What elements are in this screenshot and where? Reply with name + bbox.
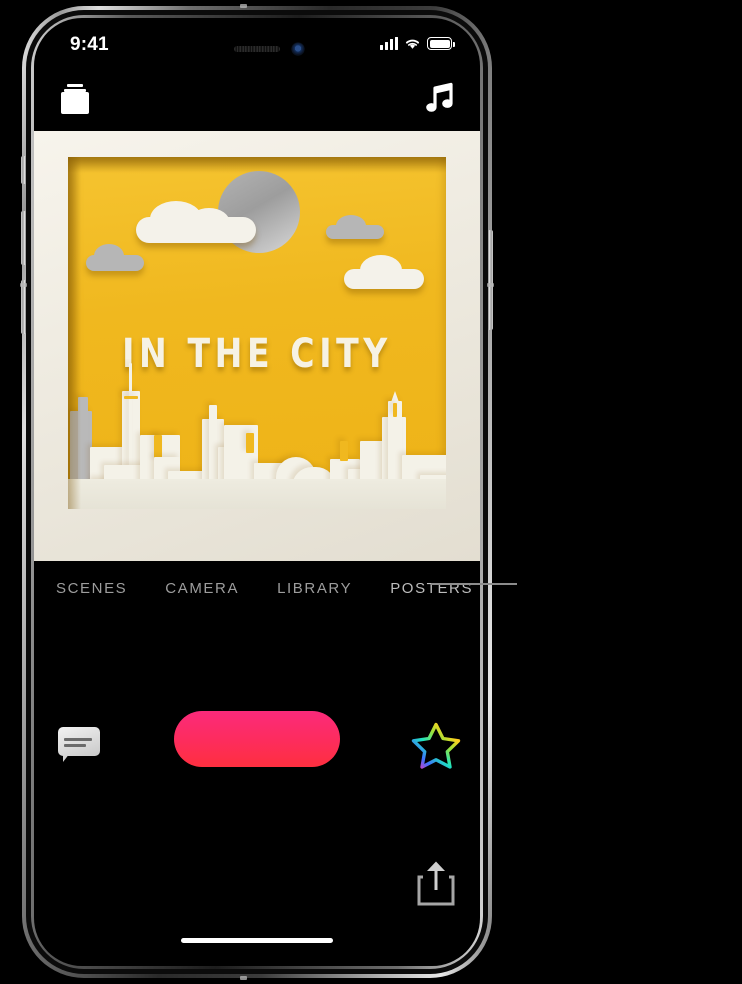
frame-seam <box>240 4 247 8</box>
silent-switch[interactable] <box>21 156 26 184</box>
tab-camera[interactable]: CAMERA <box>165 580 239 597</box>
iphone-device: 9:41 IN THE CITY SCENES CAMERA LIBRARY P… <box>20 4 494 980</box>
frame-seam <box>20 283 27 287</box>
status-time: 9:41 <box>70 34 109 55</box>
cloud-shape <box>86 244 144 271</box>
top-navigation-bar <box>34 78 480 128</box>
tab-bar: SCENES CAMERA LIBRARY POSTERS <box>34 566 480 610</box>
notch <box>179 18 335 43</box>
home-indicator[interactable] <box>181 938 333 943</box>
poster-frame: IN THE CITY <box>34 131 480 561</box>
poster-preview[interactable]: IN THE CITY <box>34 131 480 561</box>
tab-scenes[interactable]: SCENES <box>56 580 127 597</box>
cloud-shape <box>344 255 424 289</box>
volume-down-button[interactable] <box>21 280 26 334</box>
cloud-shape <box>326 215 384 239</box>
cloud-shape <box>136 201 256 243</box>
cellular-bars-icon <box>380 37 398 50</box>
frame-seam <box>487 283 494 287</box>
rainbow-star-icon[interactable] <box>410 720 462 772</box>
frame-seam <box>240 976 247 980</box>
front-camera <box>292 43 304 55</box>
share-icon[interactable] <box>414 858 458 908</box>
tab-library[interactable]: LIBRARY <box>277 580 352 597</box>
music-note-icon[interactable] <box>423 81 455 117</box>
record-button[interactable] <box>174 711 340 767</box>
wifi-icon <box>405 39 420 49</box>
phone-screen: 9:41 IN THE CITY SCENES CAMERA LIBRARY P… <box>34 18 480 966</box>
chat-bubble-icon[interactable] <box>54 725 104 767</box>
callout-leader-line <box>431 583 517 585</box>
volume-up-button[interactable] <box>21 211 26 265</box>
battery-full-icon <box>427 37 455 50</box>
status-indicators <box>380 37 455 50</box>
bottom-controls <box>34 708 480 808</box>
poster-artwork: IN THE CITY <box>68 157 446 509</box>
scenes-stack-icon[interactable] <box>61 84 89 114</box>
power-button[interactable] <box>488 230 493 330</box>
city-skyline <box>68 359 446 509</box>
earpiece-speaker <box>234 46 280 52</box>
